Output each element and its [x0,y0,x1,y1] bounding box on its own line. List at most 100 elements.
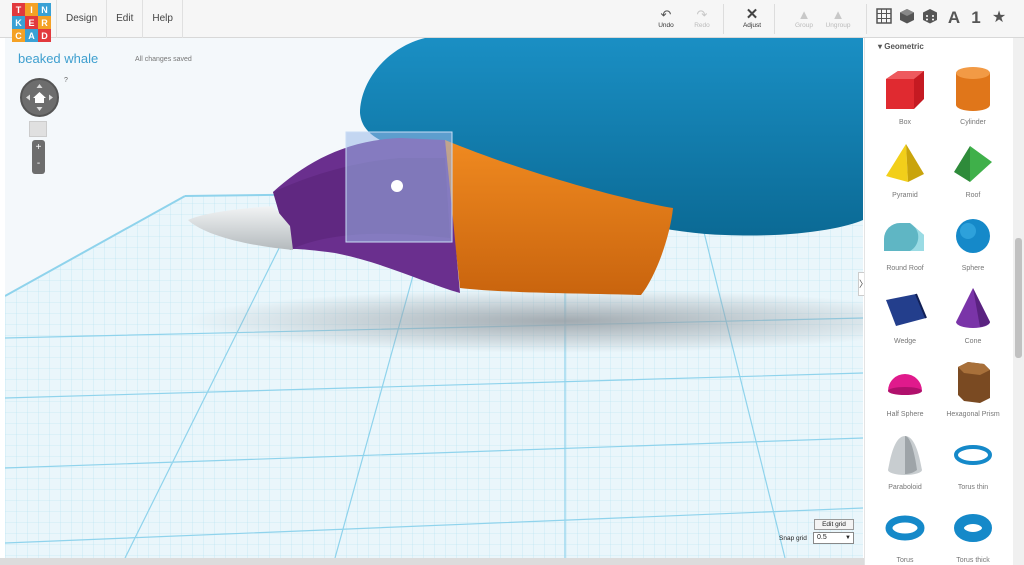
toolbar-divider [774,4,775,34]
shape-label: Half Sphere [886,411,924,418]
half-sphere-icon [888,374,922,395]
dropdown-arrow-icon: ▼ [845,535,851,541]
shape-label: Torus thin [957,484,989,491]
adjust-label: Adjust [742,22,762,29]
shape-wedge[interactable]: Wedge [871,284,939,345]
wedge-icon [886,293,927,326]
roof-icon [954,146,992,182]
snap-grid-value: 0.5 [817,534,827,541]
shape-half-sphere[interactable]: Half Sphere [871,357,939,418]
grid-view-button[interactable] [874,8,894,28]
torus-thin-icon [954,445,992,465]
logo-letter: E [25,16,38,29]
bottom-edge [0,558,864,565]
grid-view-icon [876,8,892,24]
navigation-help[interactable]: ? [61,77,71,87]
text-view-button[interactable]: A [944,8,964,28]
section-title: Geometric [884,42,924,51]
zoom-out-button[interactable]: - [32,156,45,172]
shape-hexagonal-prism[interactable]: Hexagonal Prism [939,357,1007,418]
shape-label: Wedge [893,338,917,345]
shape-roof[interactable]: Roof [939,138,1007,199]
logo-letter: D [38,29,51,42]
shape-sphere[interactable]: Sphere [939,211,1007,272]
toolbar-divider [866,4,867,34]
shape-torus-thin[interactable]: Torus thin [939,430,1007,491]
shape-paraboloid[interactable]: Paraboloid [871,430,939,491]
logo-letter: K [12,16,25,29]
shape-label: Torus thick [956,557,990,564]
cone-icon [956,288,990,328]
undo-button[interactable]: ↶ Undo [646,7,686,30]
logo-letter: T [12,3,25,16]
orbit-control[interactable] [20,78,59,117]
cube-icon [900,9,914,24]
shape-cylinder[interactable]: Cylinder [939,65,1007,126]
snap-grid-label: Snap grid [779,535,807,542]
top-bar: T I N K E R C A D Design Edit Help ↶ Und… [0,0,1024,42]
shape-label: Hexagonal Prism [946,411,1000,418]
undo-label: Undo [658,22,674,29]
scrollbar-thumb[interactable] [1015,238,1022,358]
ungroup-icon: ▲ [831,7,845,22]
snap-grid-select[interactable]: 0.5 ▼ [813,532,854,544]
shape-label: Pyramid [892,192,918,199]
zoom-control: + - [32,140,45,174]
shape-label: Sphere [961,265,985,272]
logo-letter: I [25,3,38,16]
redo-label: Redo [694,22,710,29]
shape-label: Cone [964,338,982,345]
tinkercad-logo[interactable]: T I N K E R C A D [12,3,51,42]
edit-grid-button[interactable]: Edit grid [814,519,854,530]
menu-design[interactable]: Design [56,0,108,38]
shape-round-roof[interactable]: Round Roof [871,211,939,272]
panel-scrollbar[interactable] [1013,38,1024,565]
workplane[interactable]: beaked whale All changes saved ? + - Edi… [5,38,863,558]
shape-label: Paraboloid [888,484,922,491]
hexagonal-prism-icon [958,362,990,403]
shape-box[interactable]: Box [871,65,939,126]
dotted-cube-view-button[interactable] [920,8,940,28]
selection-handle[interactable] [391,180,403,192]
torus-icon [885,515,925,541]
undo-icon: ↶ [660,7,672,22]
shape-label: Torus [896,557,914,564]
adjust-button[interactable]: ✕ Adjust [732,6,772,29]
dotted-cube-icon [923,9,937,24]
ungroup-label: Ungroup [825,22,851,29]
workplane-canvas[interactable] [5,38,863,558]
shape-label: Box [898,119,912,126]
logo-letter: R [38,16,51,29]
menu-edit[interactable]: Edit [107,0,144,38]
menu-help[interactable]: Help [143,0,183,38]
shape-torus[interactable]: Torus [871,503,939,564]
box-icon [886,71,924,109]
shape-torus-thick[interactable]: Torus thick [939,503,1007,564]
cylinder-icon [956,67,990,111]
number-view-button[interactable]: 1 [966,8,986,28]
favorites-button[interactable]: ★ [989,8,1009,28]
view-cube[interactable] [29,121,47,137]
redo-button[interactable]: ↷ Redo [682,8,722,30]
ungroup-button[interactable]: ▲ Ungroup [818,7,858,30]
cube-view-button[interactable] [897,8,917,28]
shape-label: Round Roof [886,265,924,272]
shape-cone[interactable]: Cone [939,284,1007,345]
design-name[interactable]: beaked whale [18,51,98,66]
zoom-in-button[interactable]: + [32,140,45,156]
paraboloid-icon [888,436,922,475]
geometric-section-header[interactable]: ▾ Geometric [878,42,924,51]
shape-label: Cylinder [960,119,986,126]
toolbar-divider [723,4,724,34]
shape-pyramid[interactable]: Pyramid [871,138,939,199]
adjust-icon: ✕ [745,6,759,23]
logo-letter: N [38,3,51,16]
shape-label: Roof [965,192,981,199]
shapes-panel: ▾ Geometric Box Cylinder Pyramid Roof Ro… [864,38,1013,565]
home-icon [26,84,53,111]
group-label: Group [794,22,814,29]
main-menu: Design Edit Help [56,0,183,38]
pyramid-icon [886,144,924,182]
tinkercad-app: { "app": { "logo_letters": ["T","I","N",… [0,0,1024,565]
torus-thick-icon [954,514,992,542]
